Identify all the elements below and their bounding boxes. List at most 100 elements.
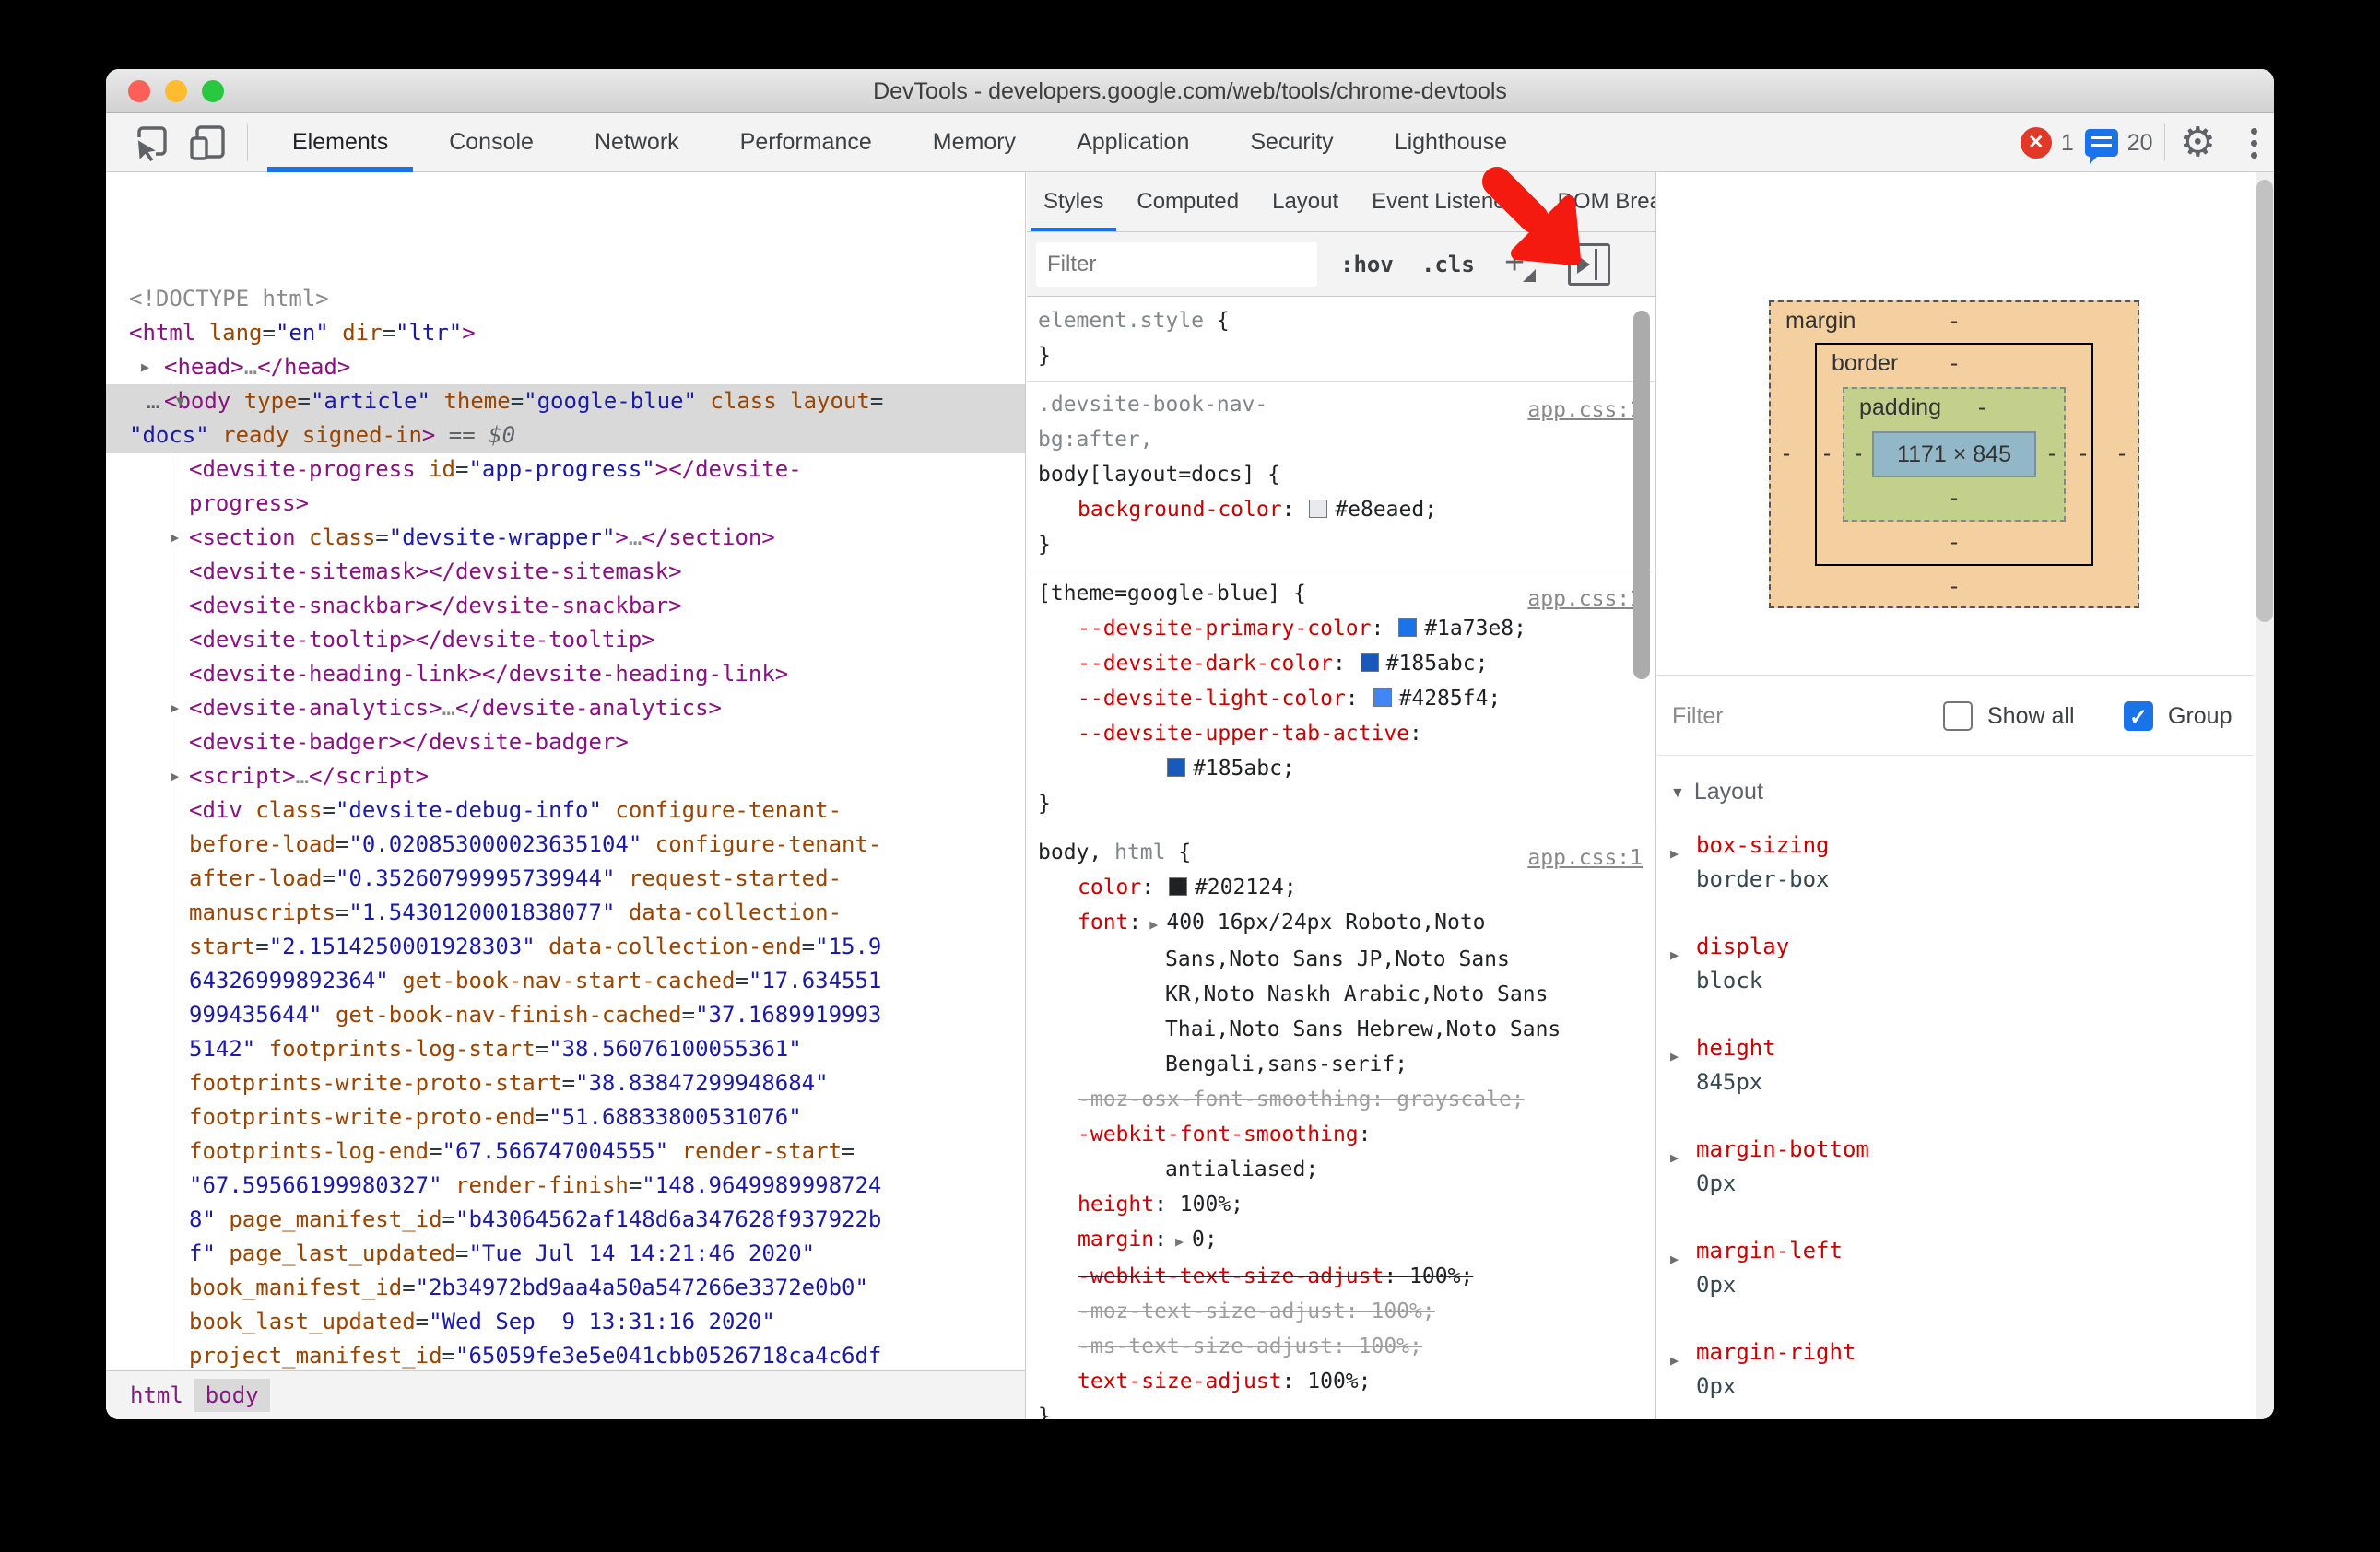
dom-tree-line[interactable]: <devsite-snackbar></devsite-snackbar> (106, 589, 1025, 623)
css-declaration[interactable]: -ms-text-size-adjust: 100%; (1027, 1329, 1655, 1364)
color-swatch[interactable] (1309, 500, 1328, 518)
toggle-device-toolbar-icon[interactable] (188, 123, 229, 163)
computed-property[interactable]: ▶ height 845px (1657, 1031, 2254, 1099)
border-right-value[interactable]: - (2069, 441, 2097, 467)
css-declaration[interactable]: margin: ▶ 0; (1027, 1222, 1655, 1259)
breadcrumb-item-html[interactable]: html (119, 1379, 194, 1412)
collapsed-arrow-icon[interactable]: ▶ (1670, 837, 1679, 871)
tab-memory[interactable]: Memory (902, 113, 1046, 172)
dom-tree-line[interactable]: <devsite-sitemask></devsite-sitemask> (106, 555, 1025, 589)
css-declaration[interactable]: height: 100%; (1027, 1187, 1655, 1222)
dom-tree-line[interactable]: <div class="devsite-debug-info" configur… (106, 794, 1025, 1370)
css-declaration[interactable]: font: ▶ 400 16px/24px Roboto,Noto Sans,N… (1027, 905, 1655, 1082)
dom-tree-line[interactable]: <!DOCTYPE html> (106, 282, 1025, 316)
collapsed-arrow-icon[interactable]: ▶ (1670, 1344, 1679, 1378)
color-swatch[interactable] (1360, 653, 1379, 672)
computed-property[interactable]: ▶ margin-bottom 0px (1657, 1133, 2254, 1201)
expanded-arrow-icon[interactable]: ▼ (141, 384, 184, 418)
dom-tree-line[interactable]: ▶ <script>…</script> (106, 759, 1025, 794)
sidebar-tab-styles[interactable]: Styles (1027, 172, 1120, 231)
css-rule[interactable]: body, html {app.css:1 color: #202124; font… (1027, 829, 1655, 1419)
css-declaration[interactable]: -webkit-font-smoothing: antialiased; (1027, 1117, 1655, 1187)
collapsed-arrow-icon[interactable]: ▶ (141, 350, 149, 384)
tab-application[interactable]: Application (1046, 113, 1219, 172)
sidebar-scrollbar[interactable] (2256, 180, 2273, 622)
layout-section-header[interactable]: ▼ Layout (1670, 779, 1763, 805)
computed-property[interactable]: ▶ margin-right 0px (1657, 1335, 2254, 1404)
tab-network[interactable]: Network (564, 113, 710, 172)
padding-top-value[interactable]: - (1968, 394, 1996, 421)
margin-bottom-value[interactable]: - (1940, 573, 1968, 600)
rule-close-brace: } (1038, 533, 1051, 557)
dom-tree-line[interactable]: <devsite-progress id="app-progress"></de… (106, 453, 1025, 521)
css-declaration[interactable]: --devsite-upper-tab-active: #185abc; (1027, 716, 1655, 786)
messages-icon[interactable] (2084, 129, 2118, 164)
stylesheet-link[interactable]: app.css:1 (1527, 582, 1643, 617)
more-options-icon[interactable] (2247, 124, 2261, 162)
computed-property[interactable]: ▶ display block (1657, 930, 2254, 998)
tab-elements[interactable]: Elements (262, 113, 418, 172)
dom-tree-line[interactable]: <devsite-badger></devsite-badger> (106, 725, 1025, 759)
styles-scrollbar[interactable] (1633, 311, 1650, 679)
dom-tree-line[interactable]: … ▼ <body type="article" theme="google-blu… (106, 384, 1025, 453)
settings-gear-icon[interactable]: ⚙ (2180, 123, 2216, 163)
dom-tree-line[interactable]: ▶ <head>…</head> (106, 350, 1025, 384)
tab-security[interactable]: Security (1219, 113, 1363, 172)
collapsed-arrow-icon[interactable]: ▶ (171, 521, 179, 555)
margin-top-value[interactable]: - (1940, 308, 1968, 335)
error-badge-icon[interactable]: ✕ (2020, 127, 2052, 159)
toggle-hover-state-button[interactable]: :hov (1340, 232, 1394, 297)
computed-property[interactable]: ▶ box-sizing border-box (1657, 829, 2254, 897)
color-swatch[interactable] (1168, 877, 1187, 896)
toggle-class-button[interactable]: .cls (1421, 232, 1475, 297)
border-left-value[interactable]: - (1813, 441, 1841, 467)
css-declaration[interactable]: --devsite-light-color: #4285f4; (1027, 681, 1655, 716)
badge-separator (2163, 124, 2165, 161)
css-declaration[interactable]: background-color: #e8eaed; (1027, 492, 1655, 527)
dom-tree-line[interactable]: <devsite-heading-link></devsite-heading-… (106, 657, 1025, 691)
show-all-checkbox[interactable] (1943, 701, 1973, 731)
padding-left-value[interactable]: - (1844, 441, 1872, 467)
color-swatch[interactable] (1398, 618, 1418, 637)
border-top-value[interactable]: - (1940, 350, 1968, 377)
css-rule[interactable]: element.style {} (1027, 298, 1655, 382)
inspect-element-icon[interactable] (132, 123, 172, 163)
stylesheet-link[interactable]: app.css:1 (1527, 393, 1643, 428)
box-model-content[interactable]: 1171 × 845 (1872, 431, 2036, 477)
margin-left-value[interactable]: - (1773, 441, 1800, 467)
sidebar-tab-layout[interactable]: Layout (1255, 172, 1355, 231)
computed-filter-input[interactable] (1672, 696, 1912, 736)
dom-tree-line[interactable]: ▶ <devsite-analytics>…</devsite-analytics… (106, 691, 1025, 725)
collapsed-arrow-icon[interactable]: ▶ (1670, 1040, 1679, 1074)
css-rule[interactable]: [theme=google-blue] {app.css:1 --devsite-… (1027, 570, 1655, 829)
padding-bottom-value[interactable]: - (1940, 485, 1968, 511)
dom-tree-line[interactable]: ▶ <section class="devsite-wrapper">…</sec… (106, 521, 1025, 555)
css-declaration[interactable]: --devsite-dark-color: #185abc; (1027, 646, 1655, 681)
border-bottom-value[interactable]: - (1940, 529, 1968, 556)
annotation-arrow (1482, 167, 1581, 265)
padding-right-value[interactable]: - (2038, 441, 2066, 467)
css-rule[interactable]: .devsite-book-nav- bg:after, body[layout… (1027, 382, 1655, 570)
color-swatch[interactable] (1373, 688, 1392, 707)
css-declaration[interactable]: text-size-adjust: 100%; (1027, 1364, 1655, 1399)
collapsed-arrow-icon[interactable]: ▶ (1670, 1242, 1679, 1276)
styles-filter-input[interactable] (1036, 242, 1317, 287)
computed-property[interactable]: ▶ margin-left 0px (1657, 1234, 2254, 1302)
dom-tree-line[interactable]: <html lang="en" dir="ltr"> (106, 316, 1025, 350)
sidebar-tab-computed[interactable]: Computed (1120, 172, 1255, 231)
color-swatch[interactable] (1167, 758, 1185, 777)
collapsed-arrow-icon[interactable]: ▶ (171, 759, 179, 794)
css-declaration[interactable]: -moz-osx-font-smoothing: grayscale; (1027, 1082, 1655, 1117)
breadcrumb-item-body[interactable]: body (194, 1379, 270, 1412)
collapsed-arrow-icon[interactable]: ▶ (1670, 1141, 1679, 1175)
group-checkbox[interactable]: ✓ (2124, 701, 2153, 731)
dom-tree-line[interactable]: <devsite-tooltip></devsite-tooltip> (106, 623, 1025, 657)
margin-right-value[interactable]: - (2108, 441, 2136, 467)
stylesheet-link[interactable]: app.css:1 (1527, 841, 1643, 876)
collapsed-arrow-icon[interactable]: ▶ (171, 691, 179, 725)
collapsed-arrow-icon[interactable]: ▶ (1670, 938, 1679, 972)
css-declaration[interactable]: -webkit-text-size-adjust: 100%; (1027, 1259, 1655, 1294)
css-declaration[interactable]: -moz-text-size-adjust: 100%; (1027, 1294, 1655, 1329)
tab-console[interactable]: Console (418, 113, 564, 172)
tab-performance[interactable]: Performance (710, 113, 902, 172)
